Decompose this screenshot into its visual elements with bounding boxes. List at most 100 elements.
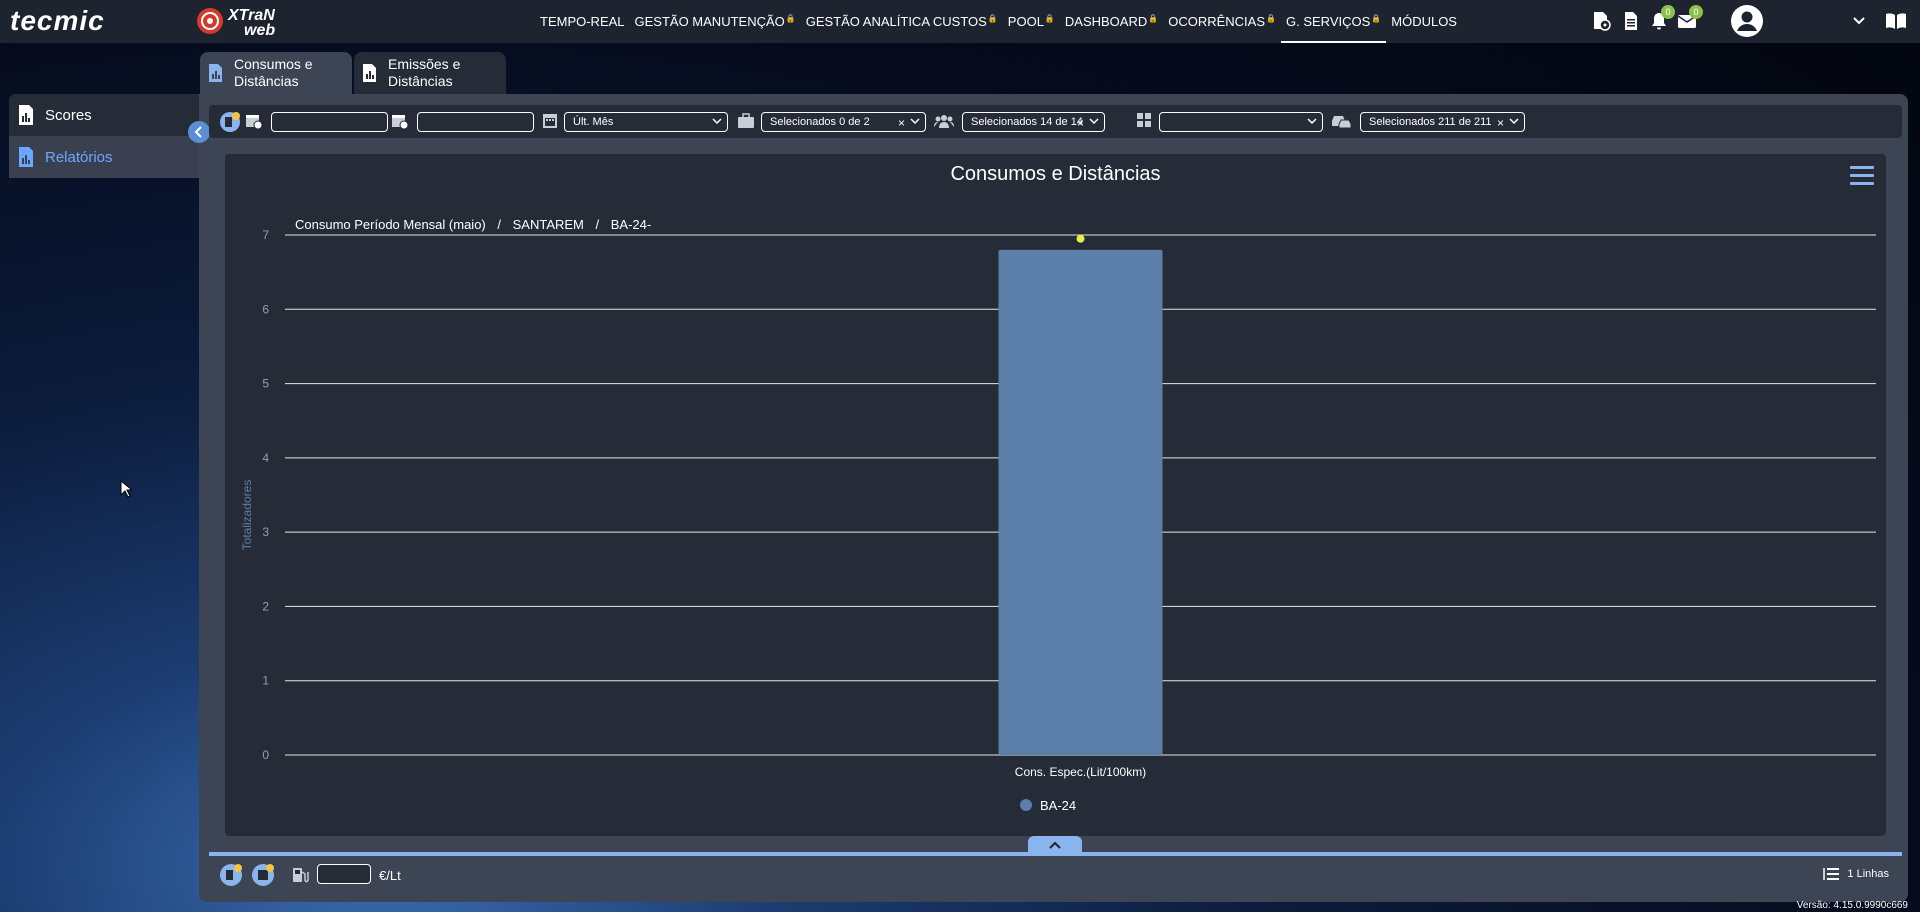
breadcrumb-period[interactable]: Consumo Período Mensal (maio) (295, 217, 486, 232)
fuel-report-icon[interactable] (219, 863, 243, 887)
y-axis-title: Totalizadores (240, 480, 254, 551)
book-icon[interactable] (1885, 12, 1907, 30)
nav-dashboard[interactable]: DASHBOARD🔒 (1060, 0, 1163, 43)
expand-table-button[interactable] (1028, 836, 1082, 853)
nav-gestao-analitica-custos[interactable]: GESTÃO ANALÍTICA CUSTOS🔒 (801, 0, 1003, 43)
chevron-down-icon (1089, 118, 1099, 125)
chart-bar[interactable] (998, 249, 1163, 755)
calendar-from-icon (246, 115, 263, 130)
briefcase-icon (738, 113, 754, 128)
report-icon (19, 105, 33, 125)
xtranweb-logo[interactable]: XTraN web (196, 5, 314, 37)
nav-tempo-real[interactable]: TEMPO-REAL (535, 0, 630, 43)
user-avatar-icon[interactable] (1731, 5, 1763, 37)
tab-label-line1: Emissões e (388, 56, 461, 72)
lock-icon: 🔒 (785, 14, 796, 23)
vehicles-icon (1332, 116, 1352, 129)
vehicles-select-value: Selecionados 211 de 211 (1369, 116, 1492, 128)
messages-button[interactable]: 0 (1676, 5, 1703, 32)
breadcrumb-separator: / (497, 217, 501, 232)
export-report-icon[interactable] (251, 863, 275, 887)
calendar-icon (543, 114, 557, 128)
breadcrumb: Consumo Período Mensal (maio) / SANTAREM… (295, 217, 659, 232)
groups-select-value: Selecionados 14 de 14 (971, 116, 1083, 128)
grid-icon (1137, 113, 1151, 127)
document-icon[interactable] (1620, 10, 1642, 32)
chart-title: Consumos e Distâncias (950, 163, 1161, 185)
document-settings-icon[interactable] (1590, 10, 1612, 32)
tab-label-line2: Distâncias (234, 73, 299, 89)
chart-menu-icon[interactable] (1850, 166, 1874, 190)
y-tick-label: 1 (262, 674, 269, 688)
breadcrumb-vehicle[interactable]: BA-24- (611, 217, 651, 232)
fuel-pump-icon (293, 868, 309, 883)
tab-consumos-distancias[interactable]: Consumos e Distâncias (200, 52, 352, 94)
chevron-down-icon (1307, 118, 1317, 125)
filter-bar: Últ. Mês Selecionados 0 de 2 × Seleciona… (209, 105, 1902, 138)
tab-label-line2: Distâncias (388, 73, 453, 89)
version-label: Versão: 4.15.0.9990c669 (1796, 900, 1908, 911)
tab-label-line1: Consumos e (234, 56, 313, 72)
sidebar-item-scores[interactable]: Scores (9, 94, 199, 136)
chevron-down-icon (1509, 118, 1519, 125)
group-users-icon (934, 115, 954, 128)
category-select[interactable] (1159, 112, 1323, 132)
fuel-price-input[interactable] (317, 864, 371, 884)
calendar-to-icon (392, 115, 409, 130)
svg-text:tecmic: tecmic (10, 7, 105, 35)
sidebar-item-relatorios[interactable]: Relatórios (9, 136, 199, 178)
chart-marker-point (1076, 234, 1085, 243)
companies-select-value: Selecionados 0 de 2 (770, 116, 870, 128)
nav-modulos[interactable]: MÓDULOS (1386, 0, 1462, 43)
nav-g-servicos[interactable]: G. SERVIÇOS🔒 (1280, 0, 1387, 43)
tab-emissoes-distancias[interactable]: Emissões e Distâncias (354, 52, 506, 94)
y-tick-label: 6 (262, 302, 269, 316)
clear-companies-icon[interactable]: × (898, 114, 905, 132)
chevron-down-icon (712, 118, 722, 125)
tecmic-logo[interactable]: tecmic (10, 7, 175, 35)
report-icon (19, 147, 33, 167)
nav-gestao-manutencao[interactable]: GESTÃO MANUTENÇÃO🔒 (630, 0, 801, 43)
y-tick-label: 0 (262, 748, 269, 762)
nav-pool[interactable]: POOL🔒 (1003, 0, 1060, 43)
x-tick-label: Cons. Espec.(Lit/100km) (1015, 765, 1146, 779)
fuel-price-unit: €/Lt (379, 868, 401, 883)
legend-label[interactable]: BA-24 (1040, 798, 1076, 813)
y-tick-label: 5 (262, 377, 269, 391)
date-from-input[interactable] (271, 112, 388, 132)
legend-marker (1020, 799, 1032, 811)
rows-count[interactable]: 1 Linhas (1823, 868, 1889, 880)
y-tick-label: 4 (262, 451, 269, 465)
list-lines-icon (1823, 868, 1840, 880)
footer-bar: €/Lt 1 Linhas (209, 860, 1902, 892)
y-tick-label: 7 (262, 228, 269, 242)
clear-groups-icon[interactable]: × (1077, 114, 1084, 132)
breadcrumb-location[interactable]: SANTAREM (513, 217, 584, 232)
chevron-down-icon (910, 118, 920, 125)
companies-select[interactable]: Selecionados 0 de 2 × (761, 112, 926, 132)
mouse-cursor-icon (120, 480, 132, 498)
chevron-left-icon (194, 126, 202, 138)
notifications-button[interactable]: 0 (1648, 5, 1675, 32)
clear-vehicles-icon[interactable]: × (1497, 114, 1504, 132)
nav-ocorrencias[interactable]: OCORRÊNCIAS🔒 (1163, 0, 1281, 43)
rows-count-label: 1 Linhas (1847, 868, 1889, 880)
lock-icon: 🔒 (987, 14, 998, 23)
lock-icon: 🔒 (1044, 14, 1055, 23)
vehicles-select[interactable]: Selecionados 211 de 211 × (1360, 112, 1525, 132)
chevron-down-icon[interactable] (1852, 15, 1866, 27)
chevron-up-icon (1049, 841, 1061, 849)
notifications-badge: 0 (1661, 5, 1675, 19)
y-tick-label: 2 (262, 599, 269, 613)
period-select[interactable]: Últ. Mês (564, 112, 728, 132)
sidebar-collapse-button[interactable] (188, 121, 210, 143)
sidebar-item-label: Scores (45, 106, 92, 124)
lock-icon: 🔒 (1266, 14, 1276, 23)
y-tick-label: 3 (262, 525, 269, 539)
splitter-bar[interactable] (209, 852, 1902, 856)
report-icon (209, 64, 222, 82)
groups-select[interactable]: Selecionados 14 de 14 × (962, 112, 1105, 132)
fuel-report-icon[interactable] (219, 111, 241, 133)
date-to-input[interactable] (417, 112, 534, 132)
sidebar-item-label: Relatórios (45, 148, 113, 166)
